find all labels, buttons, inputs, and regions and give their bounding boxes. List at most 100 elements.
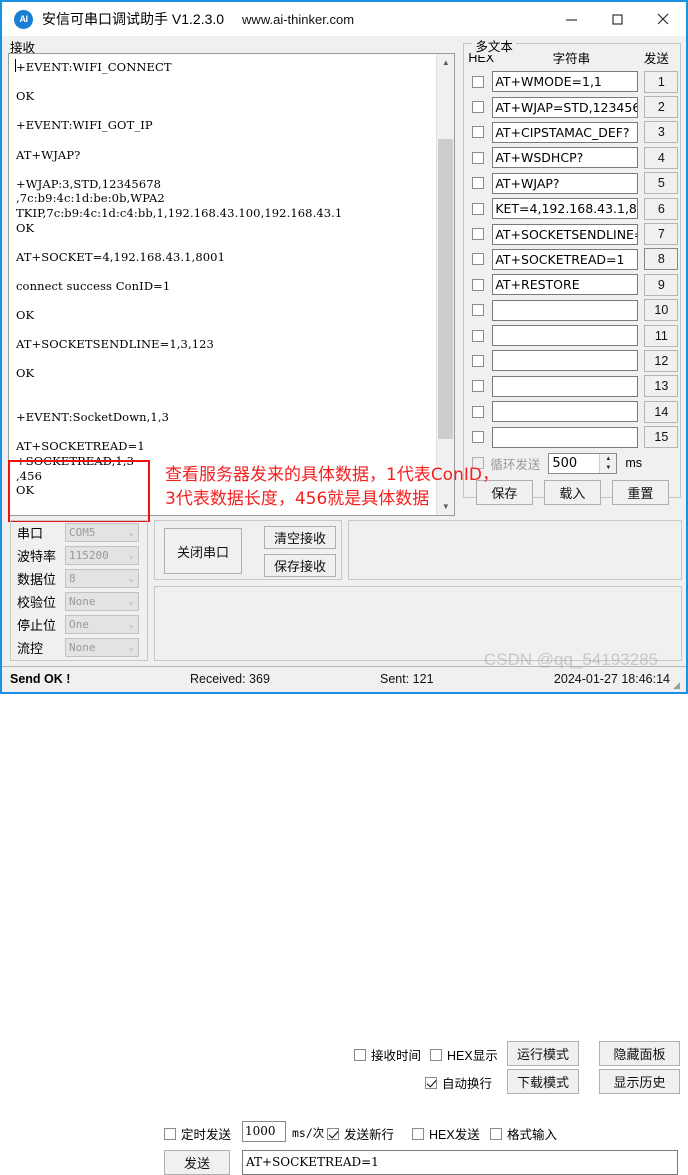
multitext-hex-checkbox[interactable] — [472, 126, 485, 139]
multitext-command-input[interactable] — [492, 350, 639, 372]
hide-panel-button[interactable]: 隐藏面板 — [599, 1041, 680, 1066]
multitext-command-input[interactable] — [492, 426, 639, 448]
multitext-hex-checkbox[interactable] — [472, 431, 485, 444]
save-receive-button[interactable]: 保存接收 — [264, 554, 336, 577]
hex-send-checkbox[interactable] — [412, 1127, 424, 1140]
bottom-panel: 串口 COM5 ⌄ 波特率 115200 ⌄ 数据位 8 ⌄ 校验位 None ⌄ 停止位 One ⌄ 流控 N… — [2, 516, 686, 1175]
send-button[interactable]: 发送 — [164, 1150, 230, 1175]
send-input[interactable]: AT+SOCKETREAD=1 — [242, 1150, 678, 1175]
spin-up-icon[interactable]: ▲ — [600, 454, 616, 464]
auto-wrap-option[interactable]: 自动换行 — [425, 1073, 492, 1092]
multitext-hex-checkbox[interactable] — [472, 253, 485, 266]
receive-time-checkbox[interactable] — [354, 1048, 366, 1061]
multitext-command-input[interactable]: AT+WMODE=1,1 — [492, 71, 639, 93]
multitext-send-button[interactable]: 5 — [644, 172, 679, 195]
spin-down-icon[interactable]: ▼ — [600, 463, 616, 473]
multitext-hex-checkbox[interactable] — [472, 228, 485, 241]
timed-send-option[interactable]: 定时发送 — [164, 1124, 231, 1143]
loop-interval-spin-buttons[interactable]: ▲ ▼ — [599, 453, 617, 473]
clear-receive-button[interactable]: 清空接收 — [264, 526, 336, 549]
format-input-option[interactable]: 格式输入 — [490, 1124, 557, 1143]
multitext-hex-checkbox[interactable] — [472, 329, 485, 342]
multitext-hex-checkbox[interactable] — [472, 278, 485, 291]
multitext-command-input[interactable]: AT+WSDHCP? — [492, 147, 639, 169]
hex-display-checkbox[interactable] — [430, 1048, 442, 1061]
multitext-send-button[interactable]: 15 — [644, 426, 679, 449]
main-area: 接收 +EVENT:WIFI_CONNECT OK +EVENT:WIFI_GO… — [2, 36, 686, 522]
multitext-send-button[interactable]: 13 — [644, 375, 679, 398]
multitext-command-input[interactable]: AT+SOCKETREAD=1 — [492, 248, 639, 270]
multitext-send-button[interactable]: 8 — [644, 248, 679, 271]
multitext-send-button[interactable]: 2 — [644, 96, 679, 119]
multitext-hex-checkbox[interactable] — [472, 75, 485, 88]
multitext-hex-checkbox[interactable] — [472, 304, 485, 317]
scroll-up-icon[interactable]: ▲ — [437, 54, 454, 71]
multitext-send-button[interactable]: 9 — [644, 273, 679, 296]
maximize-button[interactable] — [594, 2, 640, 36]
serial-setting-select[interactable]: One ⌄ — [65, 615, 139, 634]
multitext-hex-checkbox[interactable] — [472, 101, 485, 114]
receive-time-option[interactable]: 接收时间 — [354, 1045, 421, 1064]
close-serial-button[interactable]: 关闭串口 — [164, 528, 242, 574]
loop-send-checkbox[interactable] — [472, 457, 485, 470]
receive-textarea[interactable]: +EVENT:WIFI_CONNECT OK +EVENT:WIFI_GOT_I… — [9, 54, 436, 515]
multitext-command-input[interactable]: AT+RESTORE — [492, 274, 639, 296]
serial-setting-select[interactable]: 8 ⌄ — [65, 569, 139, 588]
send-newline-checkbox[interactable] — [327, 1127, 339, 1140]
multitext-send-button[interactable]: 1 — [644, 70, 679, 93]
serial-setting-select[interactable]: None ⌄ — [65, 592, 139, 611]
multitext-row: 11 — [468, 323, 679, 348]
scroll-down-icon[interactable]: ▼ — [437, 498, 454, 515]
multitext-send-button[interactable]: 3 — [644, 121, 679, 144]
multitext-send-button[interactable]: 6 — [644, 197, 679, 220]
multitext-send-button[interactable]: 10 — [644, 299, 679, 322]
close-button[interactable] — [640, 2, 686, 36]
send-newline-option[interactable]: 发送新行 — [327, 1124, 394, 1143]
serial-setting-select[interactable]: None ⌄ — [65, 638, 139, 657]
multitext-hex-checkbox[interactable] — [472, 380, 485, 393]
multitext-command-input[interactable]: AT+SOCKETSENDLINE=1 — [492, 223, 639, 245]
multitext-hex-checkbox[interactable] — [472, 354, 485, 367]
hex-send-option[interactable]: HEX发送 — [412, 1124, 480, 1143]
format-input-checkbox[interactable] — [490, 1127, 502, 1140]
show-history-button[interactable]: 显示历史 — [599, 1069, 680, 1094]
multitext-command-input[interactable]: KET=4,192.168.43.1,8001 — [492, 198, 639, 220]
serial-setting-select[interactable]: COM5 ⌄ — [65, 523, 139, 542]
scroll-track[interactable] — [437, 71, 454, 498]
download-mode-button[interactable]: 下载模式 — [507, 1069, 579, 1094]
multitext-command-input[interactable]: AT+CIPSTAMAC_DEF? — [492, 121, 639, 143]
timed-interval-input[interactable]: 1000 — [242, 1121, 286, 1142]
receive-panel: 接收 +EVENT:WIFI_CONNECT OK +EVENT:WIFI_GO… — [2, 36, 459, 522]
multitext-command-input[interactable] — [492, 299, 639, 321]
load-button[interactable]: 载入 — [543, 479, 601, 505]
timed-send-checkbox[interactable] — [164, 1127, 176, 1140]
multitext-send-button[interactable]: 7 — [644, 223, 679, 246]
scroll-thumb[interactable] — [438, 139, 454, 439]
multitext-hex-checkbox[interactable] — [472, 202, 485, 215]
hex-display-option[interactable]: HEX显示 — [430, 1045, 498, 1064]
multitext-send-button[interactable]: 4 — [644, 146, 679, 169]
multitext-command-input[interactable] — [492, 401, 639, 423]
multitext-send-button[interactable]: 12 — [644, 349, 679, 372]
reset-button[interactable]: 重置 — [611, 479, 669, 505]
minimize-button[interactable] — [548, 2, 594, 36]
receive-textarea-wrapper[interactable]: +EVENT:WIFI_CONNECT OK +EVENT:WIFI_GOT_I… — [8, 53, 456, 516]
multitext-command-input[interactable] — [492, 375, 639, 397]
multitext-command-input[interactable] — [492, 325, 639, 347]
multitext-command-input[interactable]: AT+WJAP=STD,12345678 — [492, 96, 639, 118]
loop-interval-value[interactable]: 500 — [549, 454, 599, 473]
save-button[interactable]: 保存 — [475, 479, 533, 505]
run-mode-button[interactable]: 运行模式 — [507, 1041, 579, 1066]
multitext-send-button[interactable]: 14 — [644, 400, 679, 423]
multitext-hex-checkbox[interactable] — [472, 151, 485, 164]
auto-wrap-checkbox[interactable] — [425, 1076, 437, 1089]
multitext-command-input[interactable]: AT+WJAP? — [492, 172, 639, 194]
resize-grip-icon[interactable]: ◢ — [673, 680, 683, 690]
auto-wrap-label: 自动换行 — [442, 1077, 493, 1091]
multitext-send-button[interactable]: 11 — [644, 324, 679, 347]
multitext-hex-checkbox[interactable] — [472, 405, 485, 418]
multitext-hex-checkbox[interactable] — [472, 177, 485, 190]
loop-interval-stepper[interactable]: 500 ▲ ▼ — [548, 452, 618, 474]
serial-setting-select[interactable]: 115200 ⌄ — [65, 546, 139, 565]
receive-scrollbar[interactable]: ▲ ▼ — [436, 54, 455, 515]
